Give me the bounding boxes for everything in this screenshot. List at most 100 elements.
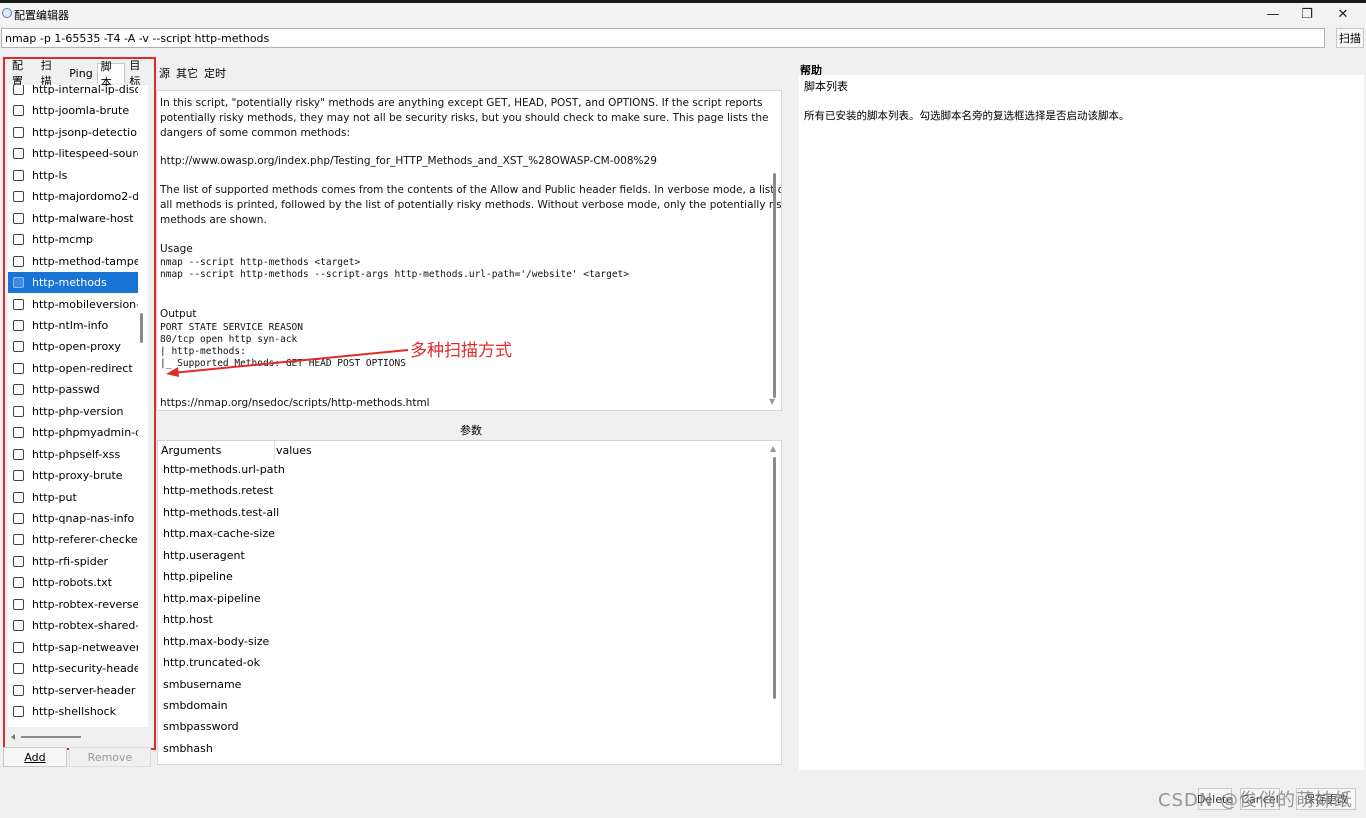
argument-row[interactable]: smbpassword: [163, 720, 239, 733]
script-item[interactable]: http-open-proxy: [8, 336, 138, 357]
scroll-down-icon[interactable]: ▼: [769, 397, 775, 406]
script-item[interactable]: http-rfi-spider: [8, 551, 138, 572]
scroll-left-icon[interactable]: [11, 734, 15, 740]
script-item[interactable]: http-mcmp: [8, 229, 138, 250]
checkbox-checked-icon[interactable]: [13, 277, 24, 289]
tab-ping[interactable]: Ping: [65, 63, 96, 83]
script-item[interactable]: http-phpmyadmin-dir-traversal: [8, 422, 138, 443]
argument-row[interactable]: http.max-pipeline: [163, 592, 261, 605]
argument-row[interactable]: http-methods.retest: [163, 484, 273, 497]
argument-row[interactable]: http.host: [163, 613, 213, 626]
checkbox-icon[interactable]: [13, 148, 24, 160]
checkbox-icon[interactable]: [13, 319, 24, 331]
tab-other[interactable]: 其它: [173, 64, 201, 82]
script-list-scrollbar[interactable]: [140, 313, 143, 343]
script-item[interactable]: http-litespeed-sourcecode-download: [8, 143, 138, 164]
script-item[interactable]: http-ntlm-info: [8, 315, 138, 336]
checkbox-icon[interactable]: [13, 191, 24, 203]
checkbox-icon[interactable]: [13, 534, 24, 546]
checkbox-icon[interactable]: [13, 255, 24, 267]
script-list-hscrollbar[interactable]: [11, 733, 141, 741]
script-item[interactable]: http-majordomo2-dir-traversal: [8, 186, 138, 207]
checkbox-icon[interactable]: [13, 298, 24, 310]
remove-button[interactable]: Remove: [69, 747, 151, 767]
description-scrollbar[interactable]: [773, 173, 776, 398]
argument-row[interactable]: smbusername: [163, 678, 241, 691]
checkbox-icon[interactable]: [13, 663, 24, 675]
checkbox-icon[interactable]: [13, 491, 24, 503]
script-item[interactable]: http-sap-netweaver-leak: [8, 637, 138, 658]
checkbox-icon[interactable]: [13, 513, 24, 524]
argument-row[interactable]: http.max-cache-size: [163, 527, 275, 540]
script-item[interactable]: http-internal-ip-disclosure: [8, 85, 138, 100]
checkbox-icon[interactable]: [13, 555, 24, 567]
script-item[interactable]: http-passwd: [8, 379, 138, 400]
scan-button[interactable]: 扫描: [1336, 28, 1364, 48]
argument-row[interactable]: http.max-body-size: [163, 635, 269, 648]
checkbox-icon[interactable]: [13, 427, 24, 439]
argument-row[interactable]: http-methods.url-path: [163, 463, 285, 476]
script-item[interactable]: http-shellshock: [8, 701, 138, 722]
checkbox-icon[interactable]: [13, 105, 24, 117]
argument-row[interactable]: smbhash: [163, 742, 213, 755]
column-divider[interactable]: [274, 441, 275, 459]
checkbox-icon[interactable]: [13, 641, 24, 653]
owasp-link[interactable]: http://www.owasp.org/index.php/Testing_f…: [160, 155, 657, 167]
script-item[interactable]: http-proxy-brute: [8, 465, 138, 486]
argument-row[interactable]: http.truncated-ok: [163, 656, 260, 669]
script-item[interactable]: http-php-version: [8, 401, 138, 422]
script-item[interactable]: http-malware-host: [8, 208, 138, 229]
script-item[interactable]: http-qnap-nas-info: [8, 508, 138, 529]
script-item[interactable]: http-ls: [8, 165, 138, 186]
checkbox-icon[interactable]: [13, 405, 24, 417]
script-item[interactable]: http-methods: [8, 272, 138, 294]
script-item[interactable]: http-put: [8, 487, 138, 508]
checkbox-icon[interactable]: [13, 212, 24, 224]
arguments-table[interactable]: Arguments values http-methods.url-path ht…: [157, 440, 782, 765]
checkbox-icon[interactable]: [13, 362, 24, 374]
script-item[interactable]: http-referer-checker: [8, 529, 138, 550]
checkbox-icon[interactable]: [13, 598, 24, 610]
add-button[interactable]: Add: [3, 747, 67, 767]
script-item[interactable]: http-server-header: [8, 680, 138, 701]
tab-target[interactable]: 目标: [125, 59, 154, 88]
argument-row[interactable]: http-methods.test-all: [163, 506, 279, 519]
col-values[interactable]: values: [276, 444, 312, 457]
tab-scripts[interactable]: 脚本: [96, 60, 126, 89]
command-input[interactable]: [1, 28, 1325, 48]
argument-row[interactable]: smbdomain: [163, 699, 228, 712]
checkbox-icon[interactable]: [13, 85, 24, 95]
hscroll-thumb[interactable]: [21, 736, 81, 738]
argument-row[interactable]: http.pipeline: [163, 570, 233, 583]
checkbox-icon[interactable]: [13, 234, 24, 246]
checkbox-icon[interactable]: [13, 684, 24, 696]
checkbox-icon[interactable]: [13, 384, 24, 396]
col-arguments[interactable]: Arguments: [161, 444, 221, 457]
script-item[interactable]: http-mobileversion-checker: [8, 294, 138, 315]
script-item[interactable]: http-robots.txt: [8, 572, 138, 593]
checkbox-icon[interactable]: [13, 620, 24, 632]
script-item[interactable]: http-phpself-xss: [8, 444, 138, 465]
script-item[interactable]: http-robtex-reverse-ip: [8, 594, 138, 615]
script-item[interactable]: http-joomla-brute: [8, 100, 138, 121]
script-item[interactable]: http-robtex-shared-ns: [8, 615, 138, 636]
tab-source[interactable]: 源: [156, 64, 173, 82]
nsedoc-link[interactable]: https://nmap.org/nsedoc/scripts/http-met…: [160, 397, 430, 409]
script-item[interactable]: http-open-redirect: [8, 358, 138, 379]
script-item[interactable]: http-jsonp-detection: [8, 122, 138, 143]
checkbox-icon[interactable]: [13, 448, 24, 460]
checkbox-icon[interactable]: [13, 169, 24, 181]
tab-scan[interactable]: 扫描: [37, 59, 66, 88]
tab-timing[interactable]: 定时: [201, 64, 229, 82]
close-button[interactable]: ✕: [1320, 3, 1366, 25]
script-item[interactable]: http-method-tamper: [8, 251, 138, 272]
scroll-up-icon[interactable]: ▲: [770, 444, 776, 453]
script-list[interactable]: http-internal-ip-disclosure http-joomla-b…: [8, 85, 148, 727]
checkbox-icon[interactable]: [13, 126, 24, 138]
checkbox-icon[interactable]: [13, 470, 24, 482]
checkbox-icon[interactable]: [13, 577, 24, 589]
arguments-scrollbar[interactable]: [773, 457, 776, 699]
checkbox-icon[interactable]: [13, 706, 24, 718]
tab-profile[interactable]: 配置: [8, 59, 37, 88]
script-item[interactable]: http-security-headers: [8, 658, 138, 679]
